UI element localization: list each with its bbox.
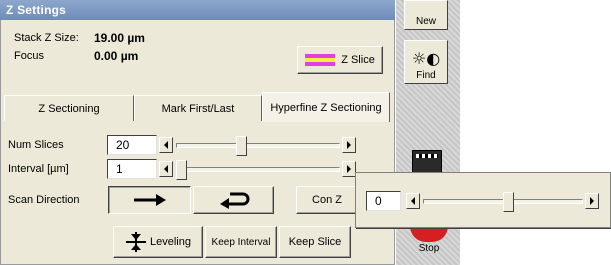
return-arrow-icon [219, 192, 249, 209]
keep-slice-button[interactable]: Keep Slice [279, 226, 351, 258]
z-slice-button[interactable]: Z Slice [297, 46, 383, 74]
z-slice-label: Z Slice [341, 54, 375, 66]
popup-decrease-button[interactable] [406, 193, 420, 209]
interval-decrease-button[interactable] [159, 161, 173, 177]
new-button[interactable]: New [404, 0, 448, 30]
right-arrow-icon [590, 197, 594, 205]
right-arrow-icon [347, 165, 351, 173]
tab-mark-first-last[interactable]: Mark First/Last [134, 95, 262, 121]
tab-hyperfine-z-sectioning[interactable]: Hyperfine Z Sectioning [262, 92, 390, 122]
stack-z-size-value: 19.00 µm [94, 31, 145, 45]
num-slices-slider-track[interactable] [176, 143, 340, 148]
num-slices-input[interactable]: 20 [107, 135, 157, 155]
window-title: Z Settings [0, 0, 395, 20]
num-slices-label: Num Slices [8, 139, 64, 151]
z-slice-icon [305, 54, 336, 66]
right-arrow-icon [133, 194, 166, 206]
popup-increase-button[interactable] [585, 193, 599, 209]
interval-input[interactable]: 1 [107, 159, 157, 179]
find-label: Find [416, 70, 436, 81]
left-arrow-icon [411, 197, 415, 205]
stack-z-size-label: Stack Z Size: [14, 32, 79, 44]
interval-slider-track[interactable] [176, 167, 340, 172]
interval-slider-thumb[interactable] [176, 160, 187, 180]
popup-value-input[interactable]: 0 [366, 191, 401, 211]
tab-z-sectioning[interactable]: Z Sectioning [4, 95, 134, 121]
num-slices-decrease-button[interactable] [159, 137, 173, 153]
con-z-button[interactable]: Con Z [296, 186, 358, 214]
scan-direction-label: Scan Direction [8, 194, 80, 206]
num-slices-increase-button[interactable] [342, 137, 356, 153]
leveling-label: Leveling [150, 236, 191, 248]
left-arrow-icon [164, 165, 168, 173]
scan-forward-button[interactable] [108, 186, 191, 214]
left-arrow-icon [164, 141, 168, 149]
scan-return-button[interactable] [193, 186, 274, 214]
leveling-icon [126, 232, 146, 252]
stop-label: Stop [418, 243, 440, 254]
interval-label: Interval [µm] [8, 163, 69, 175]
focus-label: Focus [14, 50, 44, 62]
leveling-button[interactable]: Leveling [113, 226, 203, 258]
find-button[interactable]: ☼◐ Find [404, 40, 448, 84]
popup-slider-thumb[interactable] [503, 192, 514, 212]
find-icon: ☼◐ [411, 49, 441, 68]
focus-value: 0.00 µm [94, 49, 139, 63]
right-arrow-icon [347, 141, 351, 149]
interval-increase-button[interactable] [342, 161, 356, 177]
num-slices-slider-thumb[interactable] [236, 136, 247, 156]
keep-interval-button[interactable]: Keep Interval [205, 226, 277, 258]
new-label: New [415, 16, 436, 27]
